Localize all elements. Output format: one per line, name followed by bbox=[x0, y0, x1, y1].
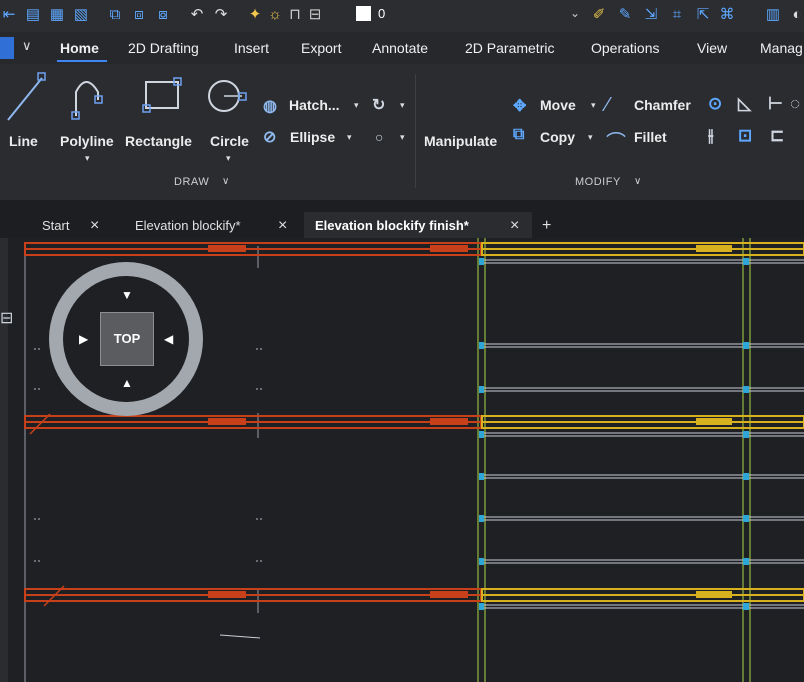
line-icon bbox=[7, 72, 46, 121]
cloud-dropdown-icon[interactable]: ▾ bbox=[400, 100, 405, 111]
ellipse-icon: ⊘ bbox=[263, 129, 277, 146]
cyan-markers bbox=[479, 258, 749, 610]
rectangle-button[interactable]: Rectangle bbox=[125, 133, 192, 149]
tab-2d-parametric[interactable]: 2D Parametric bbox=[465, 40, 554, 56]
open-icon[interactable]: ⇤ bbox=[0, 6, 18, 24]
tab-home[interactable]: Home bbox=[60, 40, 99, 56]
scale-icon[interactable]: ◺ bbox=[738, 94, 751, 114]
polyline-button[interactable]: Polyline bbox=[60, 133, 114, 149]
chevron-down-icon[interactable]: ∨ bbox=[22, 38, 32, 54]
explode-icon[interactable]: ◌ bbox=[790, 94, 800, 114]
select-filter-icon[interactable]: ⇱ bbox=[694, 6, 712, 24]
ellipse-dropdown-icon[interactable]: ▾ bbox=[347, 132, 352, 143]
stretch-icon[interactable]: ⊢ bbox=[768, 94, 783, 114]
move-dropdown-icon[interactable]: ▾ bbox=[591, 100, 596, 111]
polyline-dropdown-icon[interactable]: ▾ bbox=[85, 153, 90, 164]
circle-button[interactable]: Circle bbox=[210, 133, 249, 149]
active-tab-indicator bbox=[57, 60, 107, 62]
array-icon[interactable]: ⊡ bbox=[738, 126, 752, 146]
chamfer-button[interactable]: Chamfer bbox=[634, 97, 691, 113]
new-tab-icon[interactable]: + bbox=[542, 217, 551, 235]
move-icon: ✥ bbox=[513, 98, 527, 115]
layer-color-swatch bbox=[356, 6, 371, 21]
copy-button[interactable]: Copy bbox=[540, 129, 575, 145]
tab-view[interactable]: View bbox=[697, 40, 727, 56]
left-sidebar-strip bbox=[0, 238, 8, 682]
hatch-icon: ◍ bbox=[263, 98, 277, 115]
move-button[interactable]: Move bbox=[540, 97, 576, 113]
modify-group-label: MODIFY bbox=[575, 176, 621, 188]
group-separator bbox=[415, 74, 416, 188]
point-icon[interactable]: ○ bbox=[375, 129, 383, 145]
tab-insert[interactable]: Insert bbox=[234, 40, 269, 56]
tab-2d-drafting[interactable]: 2D Drafting bbox=[128, 40, 199, 56]
layer-on-icon[interactable]: ✦ bbox=[246, 6, 264, 24]
properties-toggle-icon[interactable]: ⊟ bbox=[0, 308, 13, 328]
mirror-icon[interactable]: ⫲ bbox=[708, 126, 714, 146]
circle-dropdown-icon[interactable]: ▾ bbox=[226, 153, 231, 164]
print-icon[interactable]: ▧ bbox=[72, 6, 90, 24]
hatch-dropdown-icon[interactable]: ▾ bbox=[354, 100, 359, 111]
circle-icon bbox=[208, 80, 247, 112]
revision-cloud-icon[interactable]: ↻ bbox=[372, 95, 385, 115]
print-preview-icon[interactable]: ⧉ bbox=[106, 6, 124, 24]
polyline-icon bbox=[71, 81, 103, 120]
chevron-down-icon[interactable]: ∨ bbox=[634, 176, 642, 187]
select-cycle-icon[interactable]: ⌗ bbox=[668, 6, 686, 24]
select-similar-icon[interactable]: ⇲ bbox=[642, 6, 660, 24]
tab-export[interactable]: Export bbox=[301, 40, 341, 56]
app-menu-button[interactable] bbox=[0, 37, 14, 59]
navcube-top-face[interactable]: TOP bbox=[100, 312, 154, 366]
tab-annotate[interactable]: Annotate bbox=[372, 40, 428, 56]
manipulate-button[interactable]: Manipulate bbox=[424, 133, 497, 149]
settings-icon[interactable]: ◐ bbox=[788, 6, 804, 24]
close-icon[interactable]: × bbox=[90, 217, 99, 235]
rectangle-icon bbox=[142, 77, 182, 113]
draw-group-label: DRAW bbox=[174, 176, 210, 188]
arrow-left-icon[interactable]: ◀ bbox=[164, 333, 173, 345]
ellipse-button[interactable]: Ellipse bbox=[290, 129, 335, 145]
fillet-icon: ⌒ bbox=[606, 132, 626, 154]
chamfer-icon: ⁄ bbox=[606, 94, 610, 116]
green-posts bbox=[477, 238, 751, 682]
redo-icon[interactable]: ↷ bbox=[212, 6, 230, 24]
save-as-icon[interactable]: ▦ bbox=[48, 6, 66, 24]
chevron-down-icon[interactable]: ⌄ bbox=[570, 6, 580, 20]
white-rails bbox=[219, 259, 804, 639]
selection-icon[interactable]: ⌘ bbox=[718, 6, 736, 24]
tab-operations[interactable]: Operations bbox=[591, 40, 659, 56]
rotate-icon[interactable]: ⊙ bbox=[708, 94, 722, 114]
undo-icon[interactable]: ↶ bbox=[188, 6, 206, 24]
tab-manage[interactable]: Manag bbox=[760, 40, 803, 56]
layer-print-icon[interactable]: ⊟ bbox=[306, 6, 324, 24]
close-icon[interactable]: × bbox=[510, 217, 519, 235]
layer-freeze-icon[interactable]: ☼ bbox=[266, 6, 284, 24]
line-button[interactable]: Line bbox=[9, 133, 38, 149]
arrow-right-icon[interactable]: ▶ bbox=[79, 333, 88, 345]
save-icon[interactable]: ▤ bbox=[24, 6, 42, 24]
close-icon[interactable]: × bbox=[278, 217, 287, 235]
quick-select-icon[interactable]: ✎ bbox=[616, 6, 634, 24]
fillet-button[interactable]: Fillet bbox=[634, 129, 667, 145]
arrow-up-icon[interactable]: ▲ bbox=[121, 377, 133, 389]
arrow-down-icon[interactable]: ▼ bbox=[121, 289, 133, 301]
hatch-button[interactable]: Hatch... bbox=[289, 97, 340, 113]
layer-dropdown[interactable] bbox=[360, 4, 580, 26]
point-dropdown-icon[interactable]: ▾ bbox=[400, 132, 405, 143]
layer-lock-icon[interactable]: ⊓ bbox=[286, 6, 304, 24]
publish-icon[interactable]: ⧈ bbox=[130, 6, 148, 24]
quick-access-toolbar: ⇤ ▤ ▦ ▧ ⧉ ⧈ ⧇ ↶ ↷ ✦ ☼ ⊓ ⊟ 0 ⌄ ✐ ✎ ⇲ ⌗ ⇱ … bbox=[0, 0, 804, 32]
layer-name: 0 bbox=[378, 6, 386, 21]
plot-icon[interactable]: ⧇ bbox=[154, 6, 172, 24]
yellow-beams bbox=[481, 242, 804, 602]
copy-icon: ⧉ bbox=[513, 126, 525, 143]
properties-panel-icon[interactable]: ▥ bbox=[764, 6, 782, 24]
chevron-down-icon[interactable]: ∨ bbox=[222, 176, 230, 187]
copy-dropdown-icon[interactable]: ▾ bbox=[588, 132, 593, 143]
match-properties-icon[interactable]: ✐ bbox=[590, 6, 608, 24]
offset-icon[interactable]: ⊏ bbox=[770, 126, 784, 146]
